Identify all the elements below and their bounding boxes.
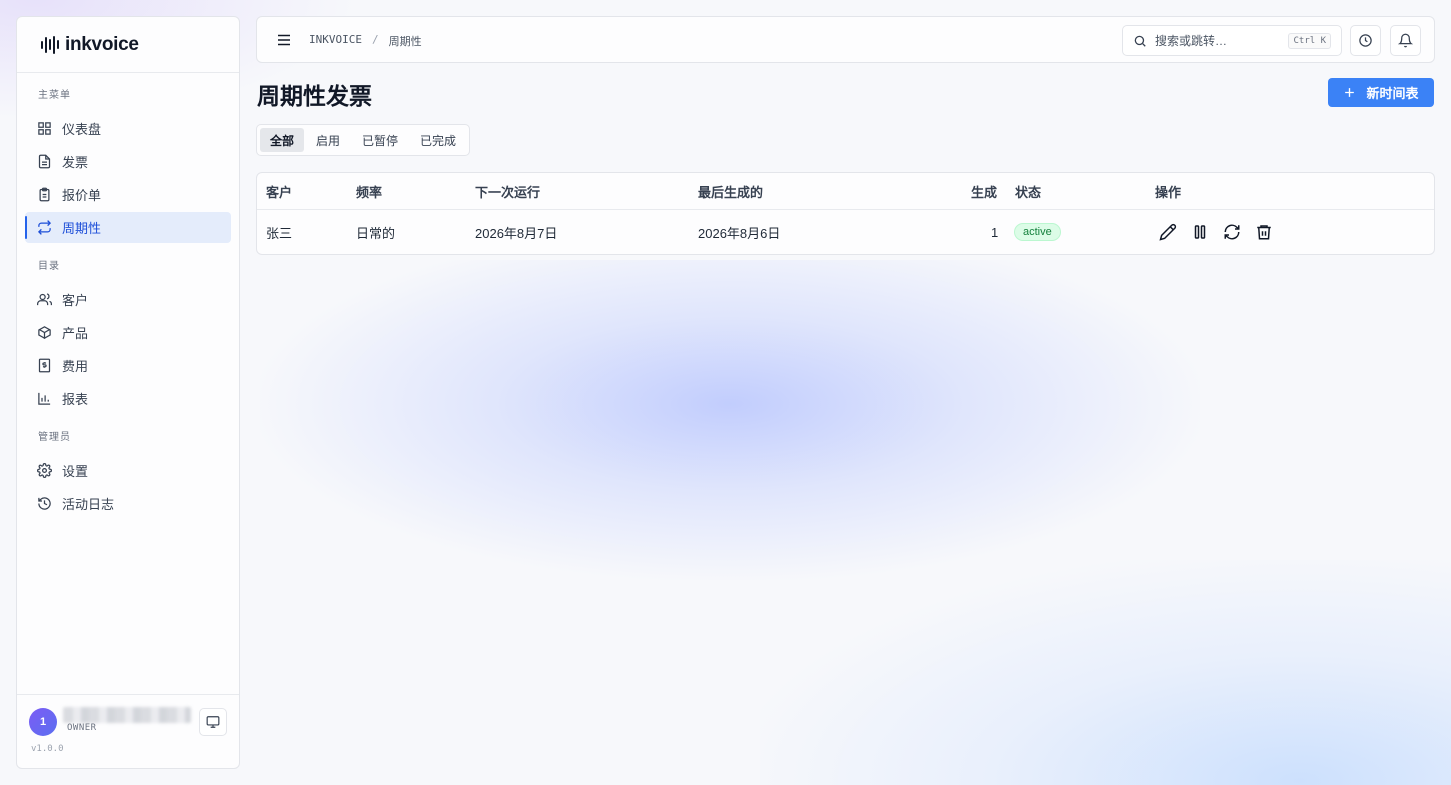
sidebar-item-label: 客户: [62, 293, 89, 308]
sidebar-item-activity-log[interactable]: 活动日志: [25, 488, 231, 519]
notifications-button[interactable]: [1390, 25, 1421, 56]
brand[interactable]: inkvoice: [17, 17, 239, 73]
recurring-table: 客户 频率 下一次运行 最后生成的 生成 状态 操作 张三 日常的 2026年8…: [256, 172, 1435, 255]
tab-paused[interactable]: 已暂停: [352, 128, 408, 152]
avatar[interactable]: 1: [29, 708, 57, 736]
status-cell: active: [1014, 210, 1061, 254]
breadcrumb: INKVOICE / 周期性: [309, 33, 422, 49]
status-badge: active: [1014, 223, 1061, 241]
row-actions: [1159, 210, 1273, 254]
nav-heading: 目录: [38, 261, 60, 272]
sidebar-item-label: 报价单: [62, 188, 102, 203]
cell-next-run: 2026年8月7日: [475, 225, 558, 241]
filter-tabs: 全部 启用 已暂停 已完成: [256, 124, 471, 156]
dashboard-icon: [38, 122, 51, 135]
table-row[interactable]: 张三 日常的 2026年8月7日 2026年8月6日 1 active: [257, 210, 1434, 254]
sidebar-item-expenses[interactable]: 费用: [25, 350, 231, 381]
nav-section-admin: 管理员 设置 活动日志: [17, 431, 239, 519]
sidebar-item-label: 仪表盘: [62, 122, 102, 137]
background-glow: [760, 560, 1451, 785]
clock-icon: [1359, 34, 1372, 47]
search-input[interactable]: 搜索或跳转… Ctrl K: [1122, 25, 1342, 56]
sidebar-item-label: 活动日志: [62, 497, 115, 512]
plus-icon: [1345, 88, 1355, 97]
monitor-icon: [206, 716, 220, 728]
sidebar-item-recurring[interactable]: 周期性: [25, 212, 231, 243]
user-name-redacted: [63, 707, 191, 723]
tab-completed[interactable]: 已完成: [410, 128, 466, 152]
sidebar-item-products[interactable]: 产品: [25, 317, 231, 348]
app-version: v1.0.0: [31, 744, 64, 754]
gear-icon: [37, 463, 52, 478]
cell-generated-count: 1: [991, 224, 999, 240]
sidebar-item-label: 设置: [62, 464, 89, 479]
package-icon: [38, 326, 51, 339]
column-header[interactable]: 最后生成的: [698, 173, 763, 209]
breadcrumb-item: 周期性: [388, 35, 422, 48]
brand-name: inkvoice: [65, 33, 139, 55]
table-header: 客户 频率 下一次运行 最后生成的 生成 状态 操作: [257, 173, 1434, 210]
refresh-icon[interactable]: [1223, 223, 1241, 241]
breadcrumb-item[interactable]: INKVOICE: [309, 33, 362, 49]
nav-heading: 主菜单: [38, 90, 71, 101]
bell-icon: [1398, 33, 1413, 48]
nav-section-catalog: 目录 客户 产品 费用 报表: [17, 260, 239, 414]
sidebar-item-settings[interactable]: 设置: [25, 455, 231, 486]
sidebar-item-label: 产品: [62, 326, 89, 341]
cell-last-generated: 2026年8月6日: [698, 225, 781, 241]
sidebar-item-invoices[interactable]: 发票: [25, 146, 231, 177]
column-header[interactable]: 下一次运行: [475, 173, 540, 209]
new-schedule-label: 新时间表: [1366, 86, 1419, 101]
column-header[interactable]: 生成: [971, 173, 997, 209]
top-bar: INKVOICE / 周期性 搜索或跳转… Ctrl K: [256, 16, 1435, 63]
column-header[interactable]: 客户: [266, 173, 292, 209]
nav-heading: 管理员: [38, 432, 71, 443]
sidebar-item-reports[interactable]: 报表: [25, 383, 231, 414]
nav-section-main: 主菜单 仪表盘 发票 报价单 周期性: [17, 89, 239, 243]
trash-icon[interactable]: [1255, 223, 1273, 241]
edit-icon[interactable]: [1159, 223, 1177, 241]
column-header: 操作: [1155, 184, 1182, 200]
cell-client[interactable]: 张三: [266, 210, 292, 254]
sidebar-item-quotes[interactable]: 报价单: [25, 179, 231, 210]
receipt-icon: [38, 358, 51, 373]
sidebar: inkvoice 主菜单 仪表盘 发票 报价单 周期性 目录 客户 产品 费用 …: [16, 16, 240, 769]
user-panel: 1 OWNER v1.0.0: [17, 694, 239, 768]
sidebar-item-label: 报表: [62, 392, 89, 407]
history-icon: [38, 497, 51, 510]
repeat-icon: [37, 220, 52, 235]
bar-chart-icon: [38, 392, 51, 405]
breadcrumb-separator: /: [371, 33, 379, 46]
search-shortcut: Ctrl K: [1288, 32, 1331, 49]
page-title: 周期性发票: [257, 83, 372, 110]
sidebar-item-label: 周期性: [62, 221, 102, 236]
pause-icon[interactable]: [1191, 223, 1209, 241]
column-header[interactable]: 状态: [1015, 173, 1041, 209]
display-mode-button[interactable]: [199, 708, 227, 736]
clipboard-icon: [39, 187, 50, 202]
tab-all[interactable]: 全部: [260, 128, 305, 152]
new-schedule-button[interactable]: 新时间表: [1328, 78, 1434, 107]
sidebar-item-clients[interactable]: 客户: [25, 284, 231, 315]
history-button[interactable]: [1350, 25, 1381, 56]
cell-frequency: 日常的: [356, 225, 396, 241]
background-glow: [260, 260, 1200, 580]
search-icon: [1134, 35, 1146, 47]
sidebar-item-label: 发票: [62, 155, 89, 170]
tab-enabled[interactable]: 启用: [306, 128, 350, 152]
brand-logo-icon: [41, 35, 59, 55]
sidebar-item-label: 费用: [62, 359, 89, 374]
column-header[interactable]: 频率: [356, 173, 382, 209]
sidebar-item-dashboard[interactable]: 仪表盘: [25, 113, 231, 144]
search-placeholder: 搜索或跳转…: [1155, 34, 1228, 48]
user-role: OWNER: [67, 723, 97, 733]
menu-icon[interactable]: [275, 31, 293, 49]
file-text-icon: [38, 154, 51, 169]
users-icon: [37, 293, 52, 306]
